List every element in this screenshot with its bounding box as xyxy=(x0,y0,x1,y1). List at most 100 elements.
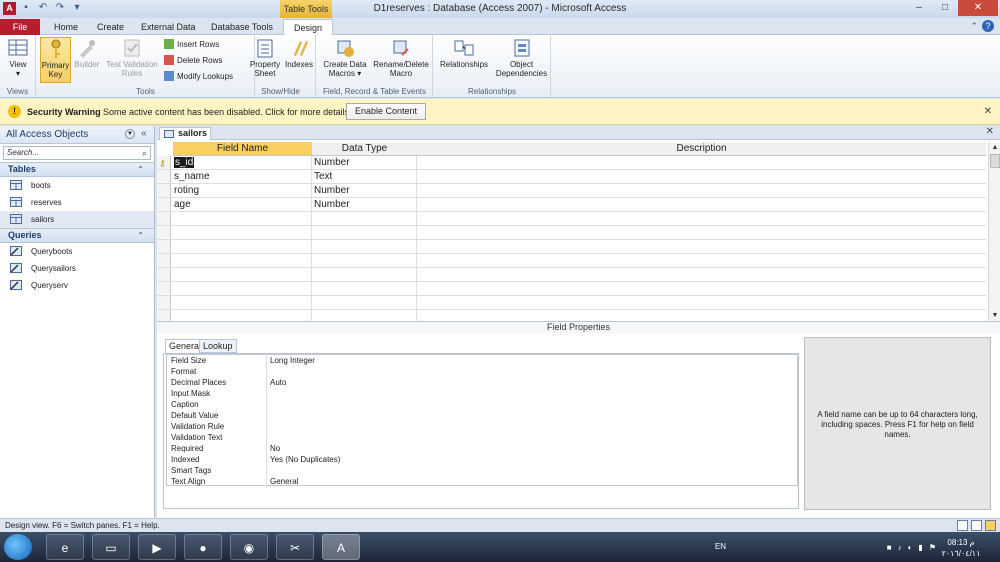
field-name-cell[interactable] xyxy=(173,212,312,226)
row-selector[interactable]: ⚷ xyxy=(157,156,171,170)
data-type-cell[interactable] xyxy=(312,268,417,282)
internet-explorer-icon[interactable]: e xyxy=(46,534,84,560)
nav-item-reserves[interactable]: reserves xyxy=(0,194,154,211)
field-name-cell[interactable] xyxy=(173,282,312,296)
primary-key-button[interactable]: Primary Key xyxy=(40,37,71,83)
field-name-cell[interactable] xyxy=(173,268,312,282)
nav-item-sailors[interactable]: sailors xyxy=(0,211,154,228)
property-row[interactable]: Decimal Places Auto xyxy=(169,378,801,389)
design-view-icon[interactable] xyxy=(985,520,996,531)
flag-icon[interactable]: ⚑ xyxy=(929,543,936,552)
builder-button[interactable]: Builder xyxy=(73,37,101,69)
language-indicator[interactable]: EN xyxy=(715,542,726,551)
help-icon[interactable]: ? xyxy=(982,20,994,32)
test-validation-button[interactable]: Test Validation Rules xyxy=(103,37,161,78)
table-row[interactable] xyxy=(157,296,986,310)
tab-external-data[interactable]: External Data xyxy=(131,19,206,35)
category-queries[interactable]: Queries ⌃ xyxy=(0,228,154,243)
table-row[interactable] xyxy=(157,240,986,254)
delete-rows-button[interactable]: Delete Rows xyxy=(164,55,222,65)
property-row[interactable]: Validation Text xyxy=(169,433,801,444)
nav-item-boots[interactable]: boots xyxy=(0,177,154,194)
table-row[interactable]: age Number xyxy=(157,198,986,212)
property-value[interactable]: General xyxy=(270,477,298,487)
collapse-pane-icon[interactable]: « xyxy=(141,128,147,139)
property-value[interactable]: Long Integer xyxy=(270,356,315,366)
property-row[interactable]: Text Align General xyxy=(169,477,801,488)
field-name-cell[interactable] xyxy=(173,226,312,240)
enable-content-button[interactable]: Enable Content xyxy=(346,103,426,120)
create-data-macros-button[interactable]: Create Data Macros ▾ xyxy=(320,37,370,78)
category-tables[interactable]: Tables ⌃ xyxy=(0,162,154,177)
snipping-tool-icon[interactable]: ✂ xyxy=(276,534,314,560)
table-row[interactable] xyxy=(157,282,986,296)
tab-design[interactable]: Design xyxy=(283,19,334,36)
scroll-up-icon[interactable]: ▲ xyxy=(989,142,1000,154)
maximize-button[interactable]: □ xyxy=(932,0,958,16)
data-type-cell[interactable]: Text xyxy=(312,170,417,184)
column-header-field-name[interactable]: Field Name xyxy=(173,142,312,156)
description-cell[interactable] xyxy=(417,198,986,212)
property-row[interactable]: Caption xyxy=(169,400,801,411)
tab-lookup[interactable]: Lookup xyxy=(199,339,237,353)
data-type-cell[interactable]: Number xyxy=(312,198,417,212)
tab-database-tools[interactable]: Database Tools xyxy=(201,19,283,35)
property-row[interactable]: Indexed Yes (No Duplicates) xyxy=(169,455,801,466)
document-tab-sailors[interactable]: sailors xyxy=(159,127,211,140)
data-type-cell[interactable]: Number xyxy=(312,184,417,198)
pivot-view-icon[interactable] xyxy=(971,520,982,531)
minimize-ribbon-icon[interactable]: ⌃ xyxy=(970,21,978,32)
data-type-cell[interactable] xyxy=(312,226,417,240)
start-button[interactable] xyxy=(4,534,32,560)
property-value[interactable]: No xyxy=(270,444,280,454)
data-type-cell[interactable] xyxy=(312,254,417,268)
search-icon[interactable]: ⌕ xyxy=(142,148,147,159)
data-type-cell[interactable] xyxy=(312,240,417,254)
minimize-button[interactable]: – xyxy=(906,0,932,16)
tab-create[interactable]: Create xyxy=(87,19,134,35)
nav-pane-header[interactable]: All Access Objects ▼ « xyxy=(0,126,154,144)
data-type-cell[interactable] xyxy=(312,296,417,310)
property-sheet-button[interactable]: Property Sheet xyxy=(248,37,282,78)
field-name-cell[interactable]: s_name xyxy=(173,170,312,184)
field-name-cell[interactable] xyxy=(173,254,312,268)
table-row[interactable] xyxy=(157,226,986,240)
insert-rows-button[interactable]: Insert Rows xyxy=(164,39,219,49)
access-taskbar-icon[interactable]: A xyxy=(322,534,360,560)
description-cell[interactable] xyxy=(417,156,986,170)
grid-vertical-scrollbar[interactable]: ▲ ▼ xyxy=(988,142,1000,322)
view-button[interactable]: View ▾ xyxy=(3,37,33,78)
file-explorer-icon[interactable]: ▭ xyxy=(92,534,130,560)
table-row[interactable] xyxy=(157,212,986,226)
property-row[interactable]: Input Mask xyxy=(169,389,801,400)
property-value[interactable]: Auto xyxy=(270,378,286,388)
modify-lookups-button[interactable]: Modify Lookups xyxy=(164,71,233,81)
media-player-icon[interactable]: ▶ xyxy=(138,534,176,560)
scroll-thumb[interactable] xyxy=(990,154,1000,168)
property-row[interactable]: Required No xyxy=(169,444,801,455)
property-row[interactable]: Field Size Long Integer xyxy=(169,356,801,367)
data-type-cell[interactable] xyxy=(312,282,417,296)
volume-icon[interactable]: ♪ xyxy=(898,543,902,552)
nav-item-queryserv[interactable]: Queryserv xyxy=(0,277,154,294)
property-row[interactable]: Validation Rule xyxy=(169,422,801,433)
datasheet-view-icon[interactable] xyxy=(957,520,968,531)
close-document-icon[interactable]: ✕ xyxy=(986,126,994,137)
nav-item-queryboots[interactable]: Queryboots xyxy=(0,243,154,260)
security-warning-message[interactable]: Some active content has been disabled. C… xyxy=(103,107,352,117)
tab-home[interactable]: Home xyxy=(44,19,88,35)
property-row[interactable]: Format xyxy=(169,367,801,378)
firefox-icon[interactable]: ● xyxy=(184,534,222,560)
object-dependencies-button[interactable]: Object Dependencies xyxy=(494,37,549,78)
field-name-cell[interactable] xyxy=(173,240,312,254)
table-row[interactable] xyxy=(157,254,986,268)
property-row[interactable]: Smart Tags xyxy=(169,466,801,477)
field-name-cell[interactable]: age xyxy=(173,198,312,212)
relationships-button[interactable]: Relationships xyxy=(436,37,492,69)
indexes-button[interactable]: Indexes xyxy=(284,37,314,69)
collapse-category-icon[interactable]: ⌃ xyxy=(137,229,144,242)
chevron-down-icon[interactable]: ▼ xyxy=(125,129,135,139)
chrome-icon[interactable]: ◉ xyxy=(230,534,268,560)
nav-item-querysailors[interactable]: Querysailors xyxy=(0,260,154,277)
description-cell[interactable] xyxy=(417,170,986,184)
